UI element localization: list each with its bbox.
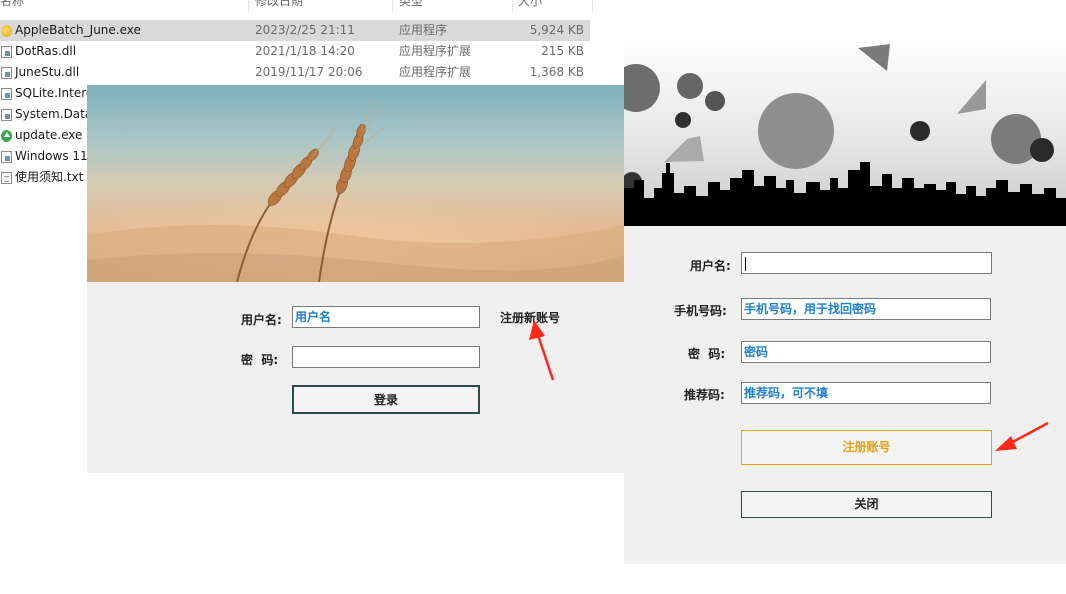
column-divider[interactable] — [248, 0, 249, 12]
city-skyline-banner-image — [624, 38, 1066, 226]
file-name: System.Data — [15, 107, 93, 121]
username-input[interactable]: 用户名 — [292, 306, 480, 328]
wheat-banner-image — [87, 85, 624, 282]
file-type: 应用程序扩展 — [399, 44, 472, 58]
username-label: 用户名: — [241, 313, 282, 327]
file-name: Windows 11 — [15, 149, 88, 163]
column-header-name[interactable]: 名称 — [0, 0, 24, 9]
text-file-icon — [1, 172, 12, 184]
password-input[interactable] — [292, 346, 480, 368]
file-row[interactable]: JuneStu.dll 2019/11/17 20:06 应用程序扩展 1,36… — [0, 62, 590, 83]
login-button[interactable]: 登录 — [292, 385, 480, 414]
column-divider[interactable] — [592, 0, 593, 12]
file-name: SQLite.Interc — [15, 86, 93, 100]
annotation-arrow-icon — [529, 320, 555, 381]
register-window: 用户名: 手机号码: 手机号码，用于找回密码 密 码: 密码 推荐码: 推荐码，… — [624, 38, 1066, 564]
file-size: 215 KB — [541, 44, 584, 58]
file-row[interactable]: AppleBatch_June.exe 2023/2/25 21:11 应用程序… — [0, 20, 590, 41]
exe-icon — [1, 25, 12, 37]
phone-input[interactable]: 手机号码，用于找回密码 — [741, 298, 991, 320]
dll-file-icon — [1, 67, 12, 79]
password-input[interactable]: 密码 — [741, 341, 991, 363]
file-name: 使用须知.txt — [15, 170, 84, 184]
login-window: 用户名: 用户名 密 码: 登录 注册新账号 — [87, 85, 624, 473]
file-list-header: 名称 修改日期 类型 大小 — [0, 0, 600, 10]
file-name: JuneStu.dll — [15, 65, 80, 79]
file-name: AppleBatch_June.exe — [15, 23, 141, 37]
annotation-arrow-icon — [995, 421, 1049, 451]
file-date: 2023/2/25 21:11 — [255, 23, 355, 37]
file-size: 5,924 KB — [529, 23, 584, 37]
username-label: 用户名: — [690, 259, 731, 273]
dll-file-icon — [1, 88, 12, 100]
password-label: 密 码: — [688, 347, 726, 361]
file-row[interactable]: DotRas.dll 2021/1/18 14:20 应用程序扩展 215 KB — [0, 41, 590, 62]
register-account-button[interactable]: 注册账号 — [741, 430, 992, 465]
dll-file-icon — [1, 46, 12, 58]
column-divider[interactable] — [512, 0, 513, 12]
file-name: update.exe — [15, 128, 83, 142]
phone-label: 手机号码: — [674, 304, 727, 318]
column-header-size[interactable]: 大小 — [518, 0, 542, 9]
file-size: 1,368 KB — [529, 65, 584, 79]
close-button[interactable]: 关闭 — [741, 491, 992, 518]
referral-code-input[interactable]: 推荐码，可不填 — [741, 382, 991, 404]
text-cursor — [745, 256, 746, 271]
file-date: 2021/1/18 14:20 — [255, 44, 355, 58]
file-type: 应用程序扩展 — [399, 65, 472, 79]
update-icon — [1, 130, 12, 142]
password-label: 密 码: — [241, 353, 279, 367]
column-header-date[interactable]: 修改日期 — [255, 0, 303, 9]
column-header-type[interactable]: 类型 — [399, 0, 423, 9]
dll-file-icon — [1, 109, 12, 121]
file-type: 应用程序 — [399, 23, 448, 37]
username-input[interactable] — [741, 252, 992, 274]
referral-code-label: 推荐码: — [684, 388, 725, 402]
file-name: DotRas.dll — [15, 44, 77, 58]
file-date: 2019/11/17 20:06 — [255, 65, 363, 79]
column-divider[interactable] — [392, 0, 393, 12]
dll-file-icon — [1, 151, 12, 163]
